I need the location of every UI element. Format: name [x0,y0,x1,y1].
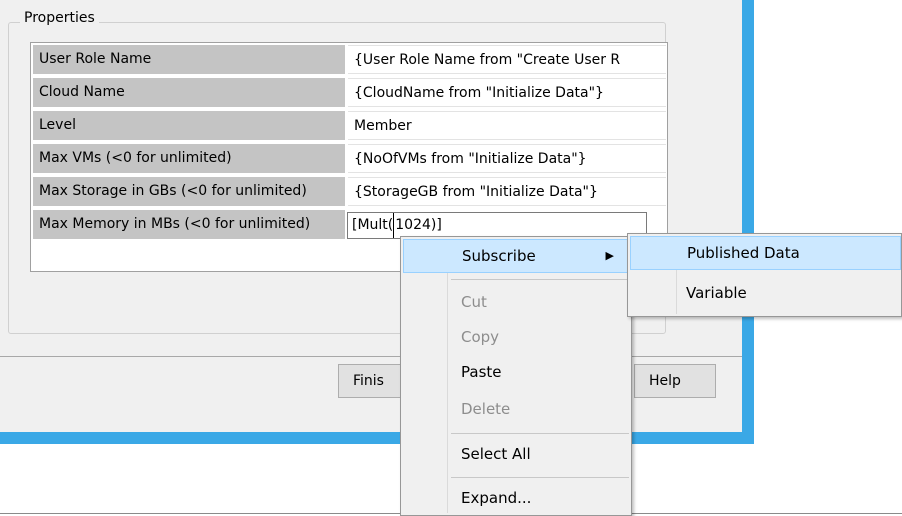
property-value[interactable]: {StorageGB from "Initialize Data"} [348,177,666,206]
menu-item-expand[interactable]: Expand... [403,481,629,515]
help-button[interactable]: Help [634,364,716,398]
window-border-bottom [0,432,754,444]
property-label: Level [33,111,345,140]
menu-separator [451,477,629,478]
memory-value-input[interactable]: [Mult(1024)] [347,212,647,239]
menu-item-delete[interactable]: Delete [403,392,629,426]
property-label: Max Memory in MBs (<0 for unlimited) [33,210,345,239]
table-row[interactable]: Level Member [31,109,667,142]
property-label: Cloud Name [33,78,345,107]
property-label: User Role Name [33,45,345,74]
menu-item-cut[interactable]: Cut [403,285,629,319]
menu-item-paste[interactable]: Paste [403,355,629,389]
table-row[interactable]: Max Storage in GBs (<0 for unlimited) {S… [31,175,667,208]
subscribe-submenu: Published Data Variable [627,233,902,317]
window-border-right [742,0,754,444]
menu-item-variable[interactable]: Variable [630,276,901,310]
table-row[interactable]: Cloud Name {CloudName from "Initialize D… [31,76,667,109]
menu-item-label: Subscribe [462,247,536,265]
property-label: Max VMs (<0 for unlimited) [33,144,345,173]
property-value[interactable]: {NoOfVMs from "Initialize Data"} [348,144,666,173]
property-value[interactable]: {CloudName from "Initialize Data"} [348,78,666,107]
group-title: Properties [20,10,99,26]
menu-item-subscribe[interactable]: Subscribe ▶ [403,239,629,273]
table-row[interactable]: User Role Name {User Role Name from "Cre… [31,43,667,76]
menu-separator [451,279,629,280]
menu-item-copy[interactable]: Copy [403,320,629,354]
property-value[interactable]: {User Role Name from "Create User R [348,45,666,74]
value-suffix: 1024)] [393,213,443,238]
menu-item-select-all[interactable]: Select All [403,437,629,471]
menu-separator [451,433,629,434]
submenu-arrow-icon: ▶ [605,249,614,262]
table-row[interactable]: Max VMs (<0 for unlimited) {NoOfVMs from… [31,142,667,175]
menu-item-published-data[interactable]: Published Data [630,236,901,270]
value-prefix: [Mult( [352,217,394,233]
context-menu: Subscribe ▶ Cut Copy Paste Delete Select… [400,236,632,516]
property-value[interactable]: Member [348,111,666,140]
property-label: Max Storage in GBs (<0 for unlimited) [33,177,345,206]
